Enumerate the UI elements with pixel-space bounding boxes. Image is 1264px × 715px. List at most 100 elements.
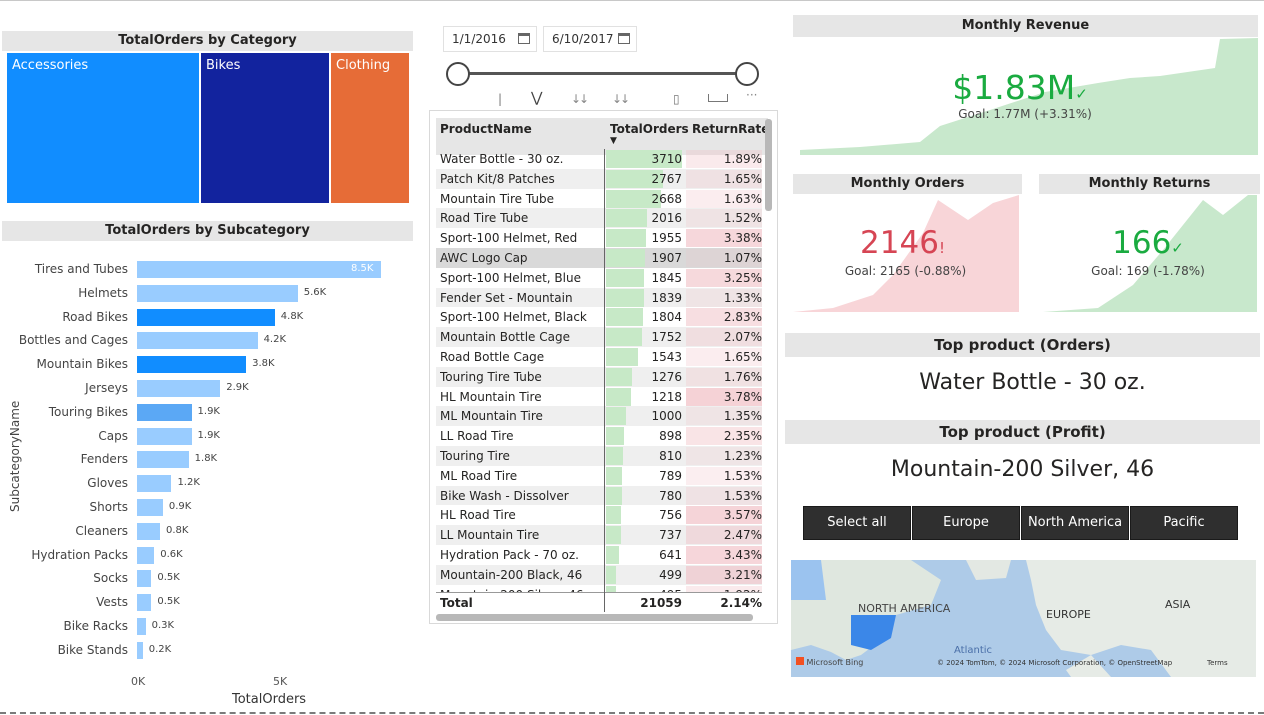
drill-down-icon[interactable]: ⋁ <box>531 90 542 106</box>
sort-desc-icon[interactable]: ▼ <box>610 136 617 146</box>
bar[interactable] <box>137 451 189 469</box>
total-orders: 21059 <box>640 596 682 610</box>
column-header-productname[interactable]: ProductName <box>440 122 532 136</box>
table-row[interactable]: Road Bottle Cage 1543 1.65% <box>436 347 762 367</box>
treemap-cell-clothing[interactable]: Clothing <box>331 53 409 203</box>
filter-icon[interactable]: ▯ <box>673 92 680 106</box>
horizontal-scrollbar[interactable] <box>436 614 753 621</box>
table-row[interactable]: ML Road Tire 789 1.53% <box>436 466 762 486</box>
date-slider-track[interactable] <box>458 72 748 75</box>
table-row[interactable]: HL Mountain Tire 1218 3.78% <box>436 387 762 407</box>
product-name-cell: HL Road Tire <box>440 508 516 523</box>
bar[interactable] <box>137 427 192 445</box>
column-header-totalorders[interactable]: TotalOrders <box>610 122 689 136</box>
bar-value-label: 0.3K <box>151 620 175 631</box>
drill-mode-icon[interactable]: | <box>498 92 502 106</box>
region-pacific-button[interactable]: Pacific <box>1130 506 1238 540</box>
table-row[interactable]: Water Bottle - 30 oz. 3710 1.89% <box>436 149 762 169</box>
calendar-icon[interactable] <box>618 33 630 44</box>
region-europe-button[interactable]: Europe <box>912 506 1020 540</box>
date-slider-end-handle[interactable] <box>735 62 759 86</box>
bar[interactable] <box>137 546 155 564</box>
region-select-all-button[interactable]: Select all <box>803 506 911 540</box>
bar[interactable] <box>137 356 247 374</box>
map-terms-link[interactable]: Terms <box>1207 659 1228 667</box>
more-options-icon[interactable]: ··· <box>746 88 757 102</box>
product-name-cell: Sport-100 Helmet, Blue <box>440 270 581 285</box>
calendar-icon[interactable] <box>518 33 530 44</box>
table-row[interactable]: Patch Kit/8 Patches 2767 1.65% <box>436 168 762 189</box>
table-row[interactable]: ML Mountain Tire 1000 1.35% <box>436 406 762 427</box>
bar-value-label: 1.2K <box>177 477 200 489</box>
bar[interactable] <box>137 594 152 612</box>
product-name-cell: LL Mountain Tire <box>440 528 540 543</box>
end-date-field[interactable]: 6/10/2017 <box>543 26 637 52</box>
bar-category-label: Bike Racks <box>63 619 128 633</box>
bar[interactable] <box>137 570 152 588</box>
bar-value-label: 5.6K <box>303 286 327 298</box>
start-date-value: 1/1/2016 <box>452 32 506 46</box>
top-profit-value: Mountain-200 Silver, 46 <box>890 457 1155 482</box>
bar[interactable] <box>137 380 221 397</box>
vertical-scrollbar[interactable] <box>765 119 772 211</box>
table-row[interactable]: HL Road Tire 756 3.57% <box>436 505 762 525</box>
total-orders-cell: 737 <box>659 528 682 543</box>
total-orders-cell: 1839 <box>651 290 682 305</box>
date-slider-start-handle[interactable] <box>446 62 470 86</box>
bar-value-label: 0.2K <box>148 643 172 655</box>
table-row[interactable]: AWC Logo Cap 1907 1.07% <box>436 248 762 268</box>
total-orders-cell: 641 <box>659 548 682 562</box>
table-row[interactable]: Sport-100 Helmet, Red 1955 3.38% <box>436 228 762 248</box>
bar-value-label: 0.6K <box>160 548 183 560</box>
table-total-row: Total 21059 2.14% <box>436 592 762 612</box>
bar[interactable] <box>137 522 160 540</box>
total-orders-cell: 810 <box>659 449 682 463</box>
table-row[interactable]: Touring Tire Tube 1276 1.76% <box>436 366 762 387</box>
product-name-cell: Mountain Tire Tube <box>440 191 554 206</box>
return-rate-cell: 2.47% <box>723 528 762 543</box>
table-row[interactable]: Mountain Bottle Cage 1752 2.07% <box>436 327 762 347</box>
start-date-field[interactable]: 1/1/2016 <box>443 26 537 52</box>
total-return-rate: 2.14% <box>720 596 762 610</box>
monthly-returns-title: Monthly Returns <box>1039 174 1260 194</box>
bar[interactable] <box>137 475 172 493</box>
table-row[interactable]: Sport-100 Helmet, Black 1804 2.83% <box>436 307 762 327</box>
bar[interactable] <box>137 403 192 421</box>
return-rate-cell: 3.57% <box>723 508 762 523</box>
table-row[interactable]: Mountain-200 Black, 46 499 3.21% <box>436 564 762 585</box>
table-row[interactable]: LL Road Tire 898 2.35% <box>436 426 762 446</box>
orders-map[interactable]: NORTH AMERICA EUROPE ASIA Atlantic Micro… <box>791 560 1256 677</box>
return-rate-cell: 1.33% <box>723 290 762 305</box>
return-rate-cell: 1.07% <box>723 251 762 265</box>
region-north-america-button[interactable]: North America <box>1021 506 1129 540</box>
top-orders-title: Top product (Orders) <box>785 333 1260 357</box>
bar[interactable] <box>137 332 258 350</box>
table-row[interactable]: Bike Wash - Dissolver 780 1.53% <box>436 485 762 506</box>
bar[interactable] <box>137 261 381 278</box>
bar[interactable] <box>137 284 298 302</box>
table-row[interactable]: Road Tire Tube 2016 1.52% <box>436 208 762 229</box>
total-orders-cell: 2767 <box>651 171 682 186</box>
treemap-cell-bikes[interactable]: Bikes <box>201 53 329 203</box>
bar-category-label: Hydration Packs <box>31 547 128 562</box>
return-rate-cell: 2.35% <box>723 429 762 444</box>
bar[interactable] <box>137 308 275 326</box>
focus-mode-icon[interactable] <box>708 94 728 102</box>
treemap-cell-accessories[interactable]: Accessories <box>7 53 199 203</box>
revenue-value: $1.83M <box>952 68 1076 107</box>
column-header-returnrate[interactable]: ReturnRate <box>692 122 769 136</box>
bar[interactable] <box>137 641 143 659</box>
bar-category-label: Road Bikes <box>62 309 128 324</box>
bar-category-label: Socks <box>93 571 128 586</box>
table-row[interactable]: LL Mountain Tire 737 2.47% <box>436 525 762 545</box>
table-row[interactable]: Hydration Pack - 70 oz. 641 3.43% <box>436 545 762 565</box>
bar-value-label: 1.8K <box>194 453 218 465</box>
bar[interactable] <box>137 618 146 635</box>
table-row[interactable]: Mountain Tire Tube 2668 1.63% <box>436 189 762 209</box>
table-row[interactable]: Touring Tire 810 1.23% <box>436 446 762 466</box>
next-level-icon[interactable]: ↓↓ <box>571 92 589 106</box>
table-row[interactable]: Fender Set - Mountain 1839 1.33% <box>436 287 762 308</box>
bar[interactable] <box>137 499 163 516</box>
expand-all-icon[interactable]: ↓↓ <box>612 92 630 106</box>
table-row[interactable]: Sport-100 Helmet, Blue 1845 3.25% <box>436 268 762 288</box>
